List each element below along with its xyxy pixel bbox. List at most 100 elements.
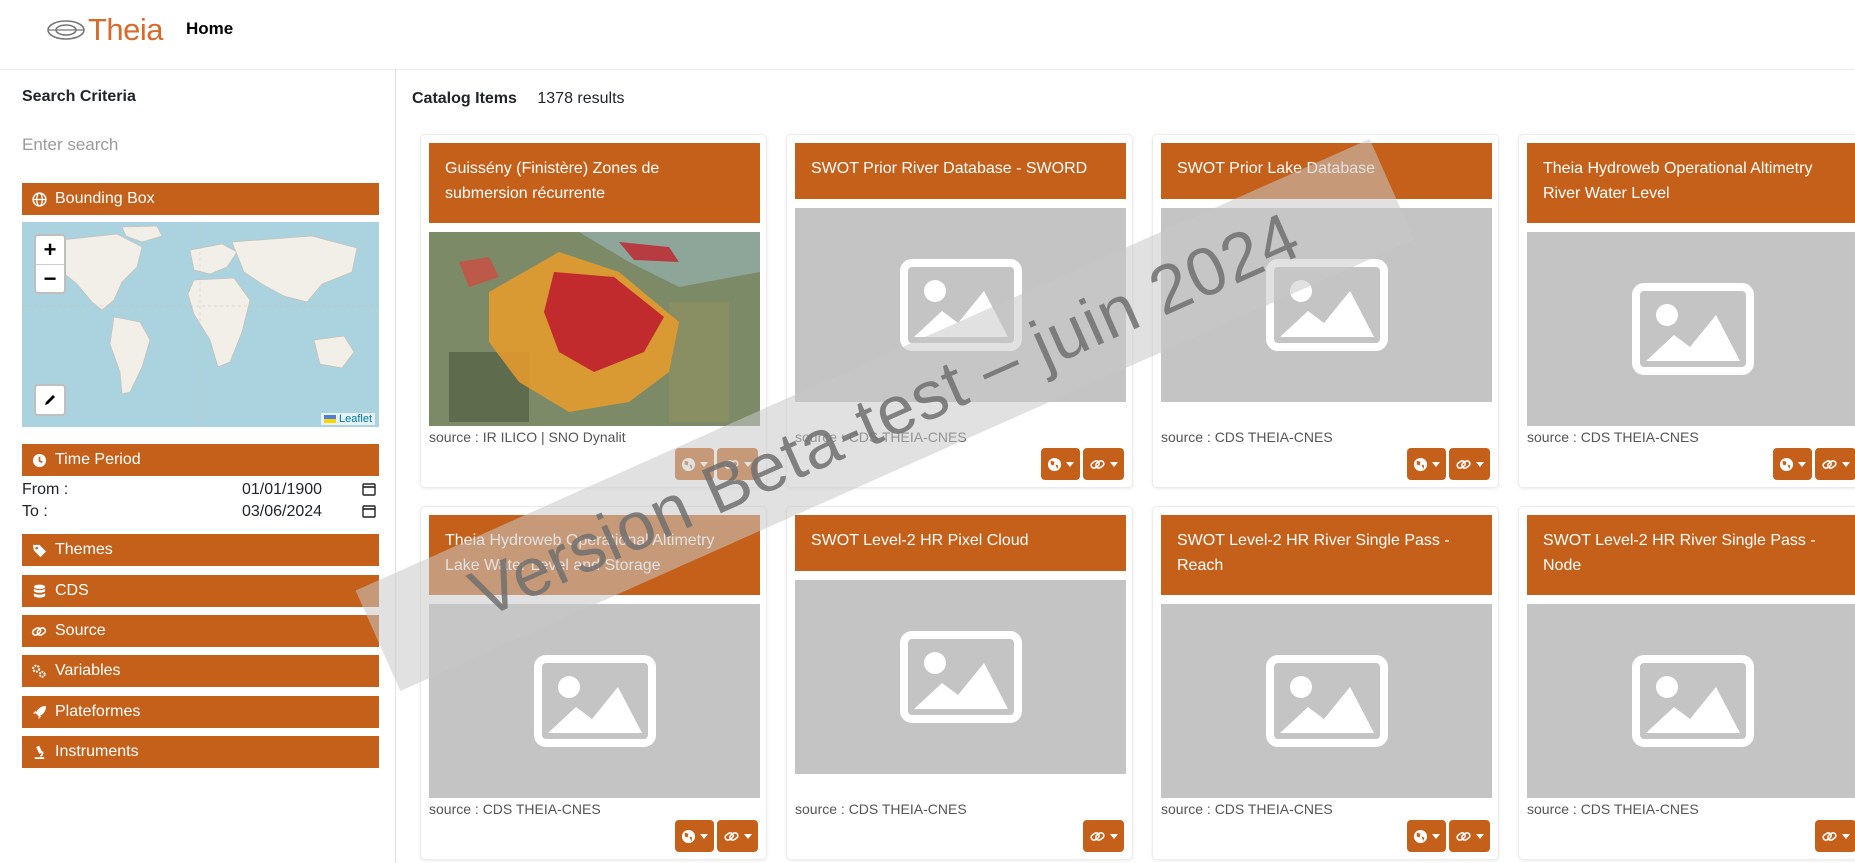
logo-text: Theia <box>88 12 164 47</box>
card-source: source : CDS THEIA-CNES <box>1527 801 1699 817</box>
caret-down-icon <box>1798 461 1806 467</box>
facet-label: Themes <box>55 541 113 558</box>
facet-label: Instruments <box>55 743 139 760</box>
facet-variables[interactable]: Variables <box>22 655 379 687</box>
card-source: source : CDS THEIA-CNES <box>1161 801 1333 817</box>
catalog-card[interactable]: SWOT Level-2 HR River Single Pass - Reac… <box>1153 507 1498 859</box>
link-menu-button[interactable] <box>1449 448 1490 480</box>
map-attribution[interactable]: Leaflet <box>320 413 375 425</box>
catalog-card[interactable]: Theia Hydroweb Operational Altimetry Lak… <box>421 507 766 859</box>
facet-instruments[interactable]: Instruments <box>22 736 379 768</box>
card-actions <box>1815 820 1855 852</box>
link-icon <box>1822 831 1837 841</box>
world-map-tiles <box>22 222 379 427</box>
facet-label: Source <box>55 622 106 639</box>
image-placeholder-icon <box>1265 259 1388 351</box>
facet-themes[interactable]: Themes <box>22 534 379 566</box>
clock-icon <box>31 452 47 468</box>
globe-icon <box>1413 829 1428 843</box>
card-title[interactable]: SWOT Level-2 HR River Single Pass - Reac… <box>1161 515 1492 595</box>
card-actions <box>1407 448 1490 480</box>
attribution-link[interactable]: Leaflet <box>339 413 372 425</box>
image-placeholder-icon <box>1631 283 1754 375</box>
facet-cds[interactable]: CDS <box>22 575 379 607</box>
gears-icon <box>31 663 47 679</box>
map-menu-button[interactable] <box>1773 448 1812 480</box>
globe-icon <box>681 829 696 843</box>
facet-label: Variables <box>55 662 121 679</box>
card-title[interactable]: SWOT Prior River Database - SWORD <box>795 143 1126 199</box>
facet-label: Bounding Box <box>55 190 155 207</box>
nav-home-link[interactable]: Home <box>186 19 233 39</box>
link-menu-button[interactable] <box>717 448 758 480</box>
link-menu-button[interactable] <box>717 820 758 852</box>
pencil-icon <box>45 395 55 405</box>
card-actions <box>1773 448 1855 480</box>
facet-source[interactable]: Source <box>22 615 379 647</box>
link-icon <box>724 831 739 841</box>
image-placeholder-icon <box>899 259 1022 351</box>
link-menu-button[interactable] <box>1083 448 1124 480</box>
catalog-card[interactable]: SWOT Prior Lake Database source : CDS THE… <box>1153 135 1498 487</box>
facet-bounding-box[interactable]: Bounding Box <box>22 183 379 215</box>
link-menu-button[interactable] <box>1449 820 1490 852</box>
caret-down-icon <box>1432 461 1440 467</box>
card-title[interactable]: Guissény (Finistère) Zones de submersion… <box>429 143 760 223</box>
map-menu-button[interactable] <box>1407 448 1446 480</box>
flood-zone-satellite-image <box>429 232 760 426</box>
caret-down-icon <box>700 461 708 467</box>
map-menu-button[interactable] <box>1407 820 1446 852</box>
search-input[interactable] <box>22 128 377 162</box>
card-actions <box>1407 820 1490 852</box>
zoom-out-button[interactable]: − <box>36 265 64 293</box>
caret-down-icon <box>1110 833 1118 839</box>
card-title[interactable]: Theia Hydroweb Operational Altimetry Riv… <box>1527 143 1855 223</box>
catalog-title: Catalog Items <box>412 90 517 107</box>
map-menu-button[interactable] <box>1041 448 1080 480</box>
caret-down-icon <box>1110 461 1118 467</box>
catalog-card[interactable]: Theia Hydroweb Operational Altimetry Riv… <box>1519 135 1855 487</box>
card-title[interactable]: SWOT Prior Lake Database <box>1161 143 1492 199</box>
from-date-input[interactable]: 01/01/1900 <box>242 481 322 499</box>
to-date-input[interactable]: 03/06/2024 <box>242 503 322 521</box>
card-source: source : CDS THEIA-CNES <box>1527 429 1699 445</box>
zoom-in-button[interactable]: + <box>36 236 64 265</box>
link-icon <box>1456 459 1471 469</box>
facet-time-period[interactable]: Time Period <box>22 444 379 476</box>
map-menu-button[interactable] <box>675 820 714 852</box>
facet-plateformes[interactable]: Plateformes <box>22 696 379 728</box>
catalog-card[interactable]: Guissény (Finistère) Zones de submersion… <box>421 135 766 487</box>
caret-down-icon <box>1476 461 1484 467</box>
search-criteria-sidebar: Search Criteria Bounding Box + <box>0 70 396 863</box>
eye-logo-icon <box>47 20 85 40</box>
catalog-card[interactable]: SWOT Prior River Database - SWORD source … <box>787 135 1132 487</box>
draw-rectangle-button[interactable] <box>34 384 66 416</box>
link-icon <box>1822 459 1837 469</box>
link-icon <box>1090 459 1105 469</box>
catalog-card[interactable]: SWOT Level-2 HR River Single Pass - Node… <box>1519 507 1855 859</box>
card-actions <box>675 820 758 852</box>
calendar-icon[interactable] <box>362 504 376 518</box>
bounding-box-map[interactable]: + − Leaflet <box>22 222 379 427</box>
caret-down-icon <box>700 833 708 839</box>
globe-icon <box>31 191 47 207</box>
results-count: 1378 results <box>537 90 625 107</box>
link-menu-button[interactable] <box>1083 820 1124 852</box>
card-title[interactable]: Theia Hydroweb Operational Altimetry Lak… <box>429 515 760 595</box>
catalog-card[interactable]: SWOT Level-2 HR Pixel Cloud source : CDS … <box>787 507 1132 859</box>
card-thumbnail <box>795 580 1126 774</box>
theia-logo[interactable]: Theia <box>46 12 164 48</box>
to-label: To : <box>22 503 48 520</box>
globe-icon <box>1779 457 1794 471</box>
image-placeholder-icon <box>1265 655 1388 747</box>
card-thumbnail <box>1527 604 1855 798</box>
card-title[interactable]: SWOT Level-2 HR River Single Pass - Node <box>1527 515 1855 595</box>
calendar-icon[interactable] <box>362 482 376 496</box>
link-menu-button[interactable] <box>1815 448 1855 480</box>
map-menu-button[interactable] <box>675 448 714 480</box>
card-source: source : CDS THEIA-CNES <box>429 801 601 817</box>
link-menu-button[interactable] <box>1815 820 1855 852</box>
tag-icon <box>31 542 47 558</box>
caret-down-icon <box>744 461 752 467</box>
card-title[interactable]: SWOT Level-2 HR Pixel Cloud <box>795 515 1126 571</box>
